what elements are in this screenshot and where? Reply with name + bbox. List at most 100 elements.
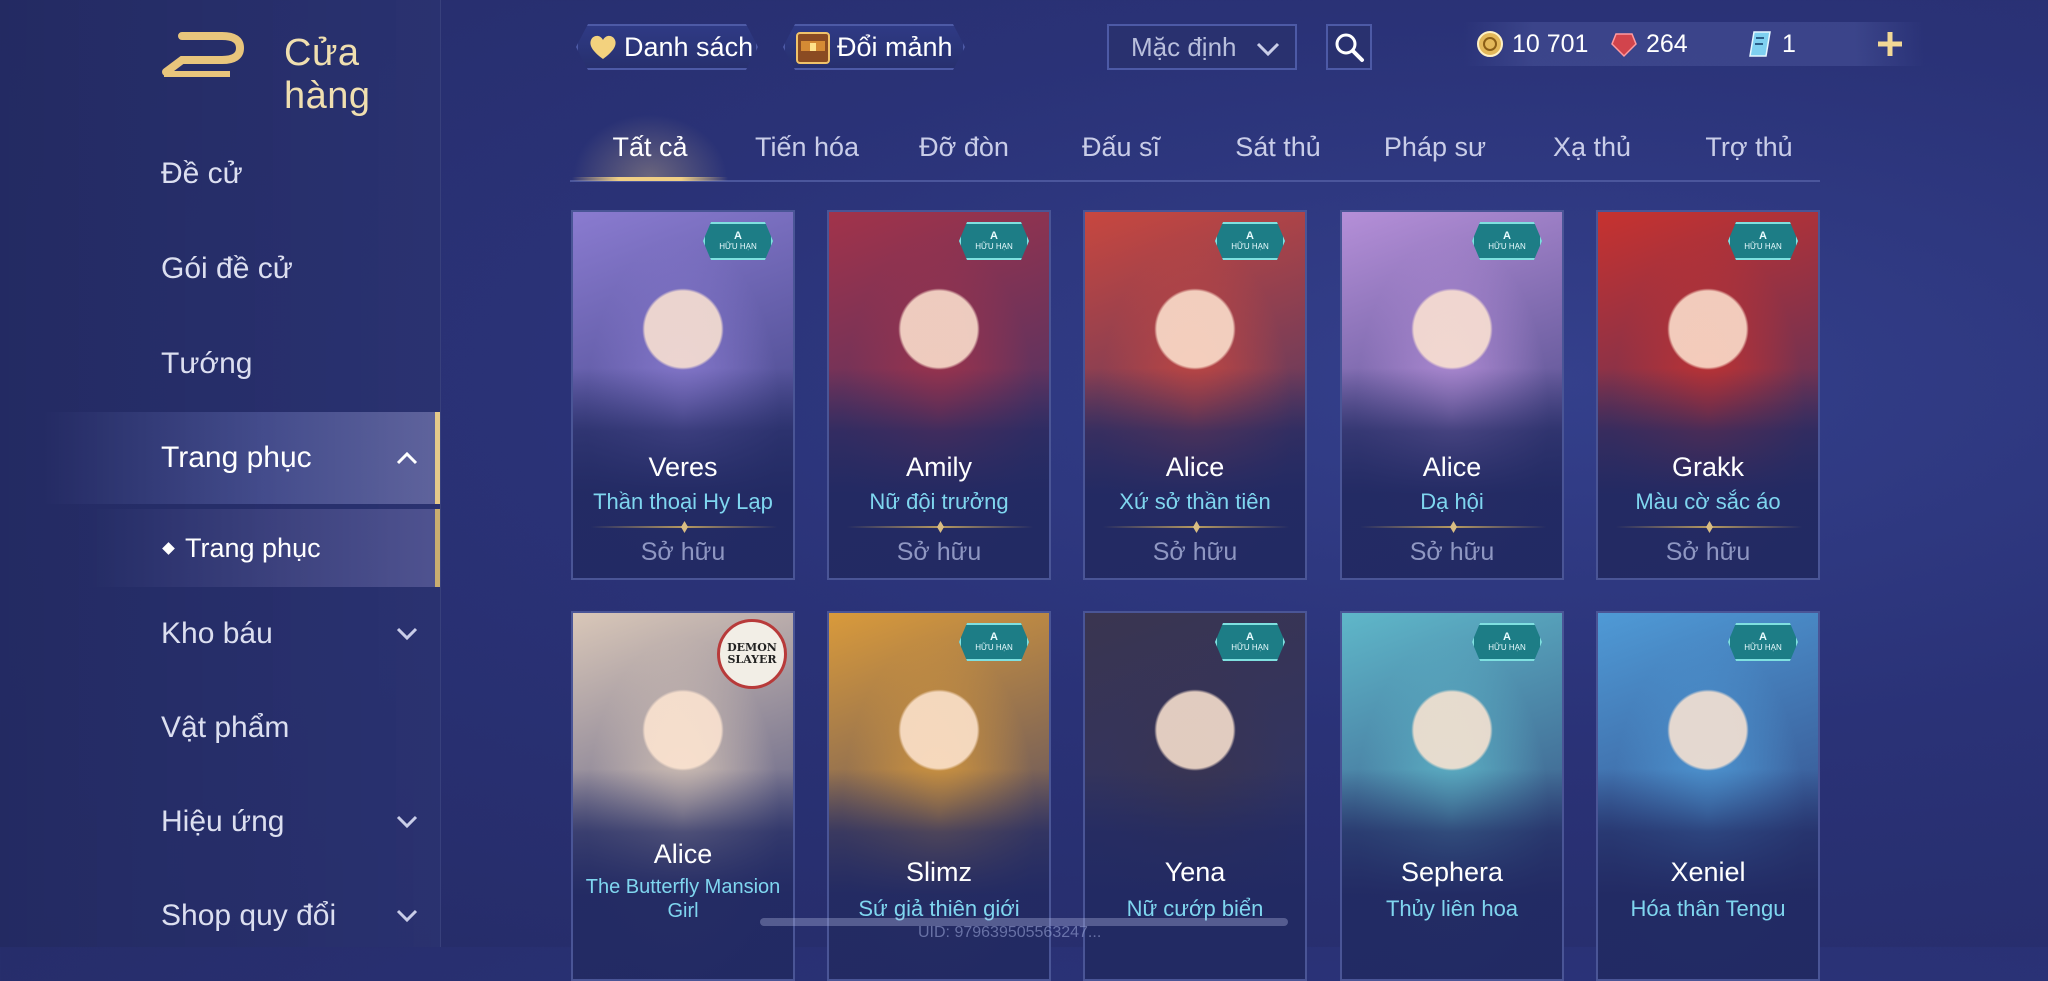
tab-evolution[interactable]: Tiến hóa bbox=[729, 124, 885, 178]
wishlist-label: Danh sách bbox=[624, 31, 754, 62]
category-tabs: Tất cả Tiến hóa Đỡ đòn Đấu sĩ Sát thủ Ph… bbox=[570, 114, 1820, 182]
sidebar-item-label: Tướng bbox=[161, 347, 253, 380]
chevron-down-icon bbox=[396, 815, 418, 829]
hero-name: Grakk bbox=[1671, 452, 1744, 482]
badge-grade: A bbox=[990, 630, 998, 643]
owned-status: Sở hữu bbox=[896, 538, 982, 566]
sidebar-item-treasure[interactable]: Kho báu bbox=[0, 588, 440, 680]
tab-marksman[interactable]: Xạ thủ bbox=[1514, 124, 1670, 178]
hero-name: Veres bbox=[648, 452, 718, 482]
add-currency-button[interactable] bbox=[1870, 24, 1910, 64]
skin-card[interactable]: A HỮU HẠN Alice Dạ hội Sở hữu bbox=[1340, 210, 1564, 580]
badge-text: HỮU HẠN bbox=[719, 241, 757, 251]
owned-status: Sở hữu bbox=[1409, 538, 1495, 566]
badge-grade: A bbox=[1246, 229, 1254, 242]
limited-badge: A HỮU HẠN bbox=[1472, 222, 1542, 260]
card-shade bbox=[573, 769, 793, 979]
limited-badge: A HỮU HẠN bbox=[1728, 222, 1798, 260]
back-button[interactable] bbox=[160, 30, 250, 80]
card-divider bbox=[1616, 526, 1802, 528]
sidebar-item-label: Gói đề cử bbox=[161, 252, 293, 285]
skin-name: Xứ sở thần tiên bbox=[1119, 489, 1271, 514]
skin-card[interactable]: A HỮU HẠN Alice Xứ sở thần tiên Sở hữu bbox=[1083, 210, 1307, 580]
gold-currency: 10 701 bbox=[1476, 22, 1588, 66]
hero-name: Yena bbox=[1164, 857, 1226, 887]
card-divider bbox=[1103, 526, 1289, 528]
gem-currency: 264 bbox=[1610, 22, 1688, 66]
skin-card[interactable]: A HỮU HẠN Veres Thần thoại Hy Lạp Sở hữu bbox=[571, 210, 795, 580]
badge-grade: A bbox=[990, 229, 998, 242]
tab-label: Tất cả bbox=[612, 132, 688, 162]
skin-name: Hóa thân Tengu bbox=[1630, 896, 1786, 921]
wishlist-button[interactable]: Danh sách bbox=[576, 24, 758, 70]
badge-grade: A bbox=[1759, 630, 1767, 643]
sort-dropdown[interactable]: Mặc định bbox=[1107, 24, 1297, 70]
sidebar-item-bundles[interactable]: Gói đề cử bbox=[0, 223, 440, 315]
gem-amount: 264 bbox=[1646, 29, 1688, 58]
tab-tank[interactable]: Đỡ đòn bbox=[886, 124, 1042, 178]
sidebar-subitem-skins[interactable]: Trang phục bbox=[0, 509, 440, 587]
sidebar-item-exchange-shop[interactable]: Shop quy đổi bbox=[0, 870, 440, 962]
limited-badge: A HỮU HẠN bbox=[1215, 623, 1285, 661]
sidebar-item-skins[interactable]: Trang phục bbox=[0, 412, 440, 504]
tab-assassin[interactable]: Sát thủ bbox=[1200, 124, 1356, 178]
treasure-chest-icon bbox=[795, 29, 831, 65]
badge-grade: A bbox=[1503, 630, 1511, 643]
skin-card[interactable]: A HỮU HẠN Sephera Thủy liên hoa bbox=[1340, 611, 1564, 981]
limited-badge: A HỮU HẠN bbox=[1472, 623, 1542, 661]
limited-badge: A HỮU HẠN bbox=[703, 222, 773, 260]
sidebar-item-effects[interactable]: Hiệu ứng bbox=[0, 776, 440, 868]
limited-badge: A HỮU HẠN bbox=[959, 222, 1029, 260]
tab-label: Xạ thủ bbox=[1552, 132, 1632, 162]
sidebar-item-items[interactable]: Vật phẩm bbox=[0, 682, 440, 774]
chevron-down-icon bbox=[396, 627, 418, 641]
tab-all[interactable]: Tất cả bbox=[572, 114, 728, 181]
hero-name: Alice bbox=[1422, 452, 1482, 482]
hero-name: Alice bbox=[653, 839, 713, 869]
badge-text: HỮU HẠN bbox=[975, 241, 1013, 251]
tab-label: Sát thủ bbox=[1235, 132, 1321, 162]
tab-label: Trợ thủ bbox=[1705, 132, 1793, 162]
sidebar-item-recommended[interactable]: Đề cử bbox=[0, 128, 440, 220]
skin-card[interactable]: A HỮU HẠN Amily Nữ đội trưởng Sở hữu bbox=[827, 210, 1051, 580]
badge-grade: A bbox=[1759, 229, 1767, 242]
badge-text: HỮU HẠN bbox=[1744, 642, 1782, 652]
sidebar-item-heroes[interactable]: Tướng bbox=[0, 318, 440, 410]
chevron-down-icon bbox=[1256, 42, 1280, 57]
back-arrow-icon bbox=[162, 32, 245, 77]
uid-watermark: UID: 979639505563247... bbox=[918, 924, 1102, 941]
gold-coin-icon bbox=[1476, 30, 1504, 58]
sidebar-item-label: Đề cử bbox=[161, 157, 243, 190]
card-divider bbox=[1360, 526, 1546, 528]
hero-name: Sephera bbox=[1400, 857, 1504, 887]
sidebar-item-label: Kho báu bbox=[161, 617, 273, 650]
skin-name: Dạ hội bbox=[1420, 489, 1484, 514]
card-divider bbox=[591, 526, 777, 528]
skin-card[interactable]: A HỮU HẠN Xeniel Hóa thân Tengu bbox=[1596, 611, 1820, 981]
skin-name: Thần thoại Hy Lạp bbox=[593, 489, 773, 514]
voucher-amount: 1 bbox=[1782, 29, 1796, 58]
sidebar-item-label: Trang phục bbox=[161, 441, 312, 474]
skin-name: Màu cờ sắc áo bbox=[1635, 489, 1781, 514]
sidebar-item-label: Hiệu ứng bbox=[161, 805, 285, 838]
diamond-bullet-icon bbox=[162, 541, 175, 555]
exchange-fragments-button[interactable]: Đổi mảnh bbox=[783, 24, 965, 70]
tab-support[interactable]: Trợ thủ bbox=[1671, 124, 1827, 178]
tab-label: Pháp sư bbox=[1383, 132, 1487, 162]
hero-name: Slimz bbox=[906, 857, 972, 887]
tab-mage[interactable]: Pháp sư bbox=[1357, 124, 1513, 178]
owned-status: Sở hữu bbox=[1665, 538, 1751, 566]
badge-grade: A bbox=[1246, 630, 1254, 643]
tab-label: Đấu sĩ bbox=[1081, 132, 1161, 162]
skin-card[interactable]: A HỮU HẠN Grakk Màu cờ sắc áo Sở hữu bbox=[1596, 210, 1820, 580]
search-icon bbox=[1335, 33, 1364, 62]
badge-text: HỮU HẠN bbox=[1744, 241, 1782, 251]
search-button[interactable] bbox=[1326, 24, 1372, 70]
voucher-icon bbox=[1746, 30, 1774, 58]
limited-badge: A HỮU HẠN bbox=[1215, 222, 1285, 260]
tab-fighter[interactable]: Đấu sĩ bbox=[1043, 124, 1199, 178]
badge-grade: A bbox=[734, 229, 742, 242]
sort-value: Mặc định bbox=[1131, 31, 1237, 62]
limited-badge: A HỮU HẠN bbox=[1728, 623, 1798, 661]
badge-text: HỮU HẠN bbox=[1231, 642, 1269, 652]
